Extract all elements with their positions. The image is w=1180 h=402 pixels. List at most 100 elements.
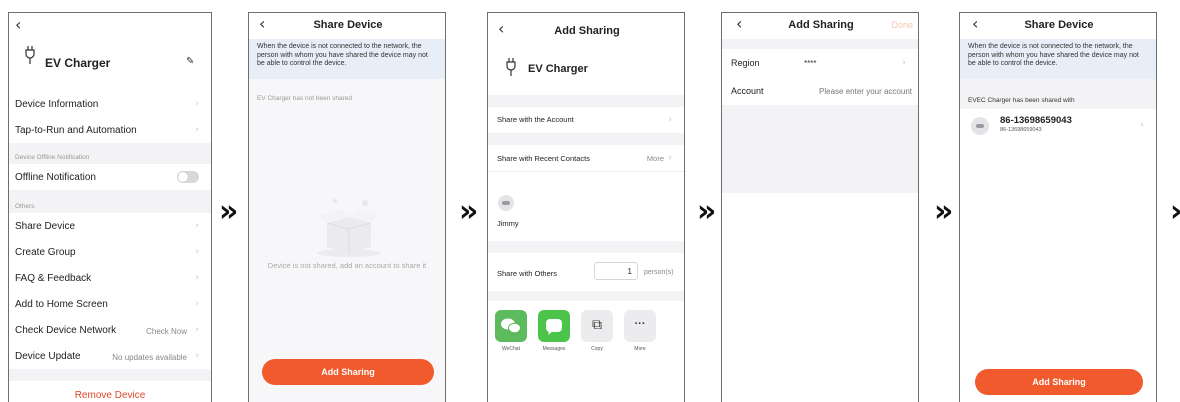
share-with-others-section: Share with Others 1 person(s) ⧉ ··· WeCh… [488, 253, 684, 402]
region-row[interactable]: Region **** › [722, 49, 918, 77]
update-status-value: No updates available [112, 353, 187, 362]
back-button[interactable]: ‹ [15, 15, 21, 34]
add-sharing-options-screen: ‹ Add Sharing EV Charger Share with the … [487, 12, 685, 402]
person-count-input[interactable]: 1 [594, 262, 638, 280]
copy-icon: ⧉ [592, 317, 602, 333]
add-sharing-button[interactable]: Add Sharing [262, 359, 434, 385]
chevron-right-icon: › [668, 115, 672, 125]
edit-icon[interactable]: ✎ [186, 56, 194, 67]
menu-label: Share with the Account [497, 115, 574, 124]
account-row: Account [722, 77, 918, 105]
add-sharing-button[interactable]: Add Sharing [975, 369, 1143, 395]
empty-message: Device is not shared, add an account to … [267, 261, 427, 270]
menu-label: Add to Home Screen [15, 299, 108, 310]
share-device-shared-screen: ‹ Share Device When the device is not co… [959, 12, 1157, 402]
flow-arrow-2: » [459, 194, 479, 229]
more-contacts-link[interactable]: More [647, 154, 664, 163]
nav-bar: ‹ Add Sharing Done [722, 13, 918, 39]
shared-user-row[interactable]: 86-13698659043 86-13698659043 › [960, 109, 1156, 143]
blank-area [722, 193, 918, 402]
share-status: EV Charger has not been shared [257, 95, 353, 102]
menu-device-information[interactable]: Device Information › [9, 91, 211, 117]
device-settings-screen: ‹ EV Charger ✎ Device Information › Tap-… [8, 12, 212, 402]
menu-label: Device Update [15, 351, 81, 362]
chevron-right-icon: › [195, 325, 199, 335]
shared-user-name: 86-13698659043 [1000, 115, 1072, 126]
ev-plug-icon [506, 58, 516, 76]
device-name: EV Charger [528, 63, 588, 75]
chevron-right-icon: › [902, 58, 906, 68]
contact-name: Jimmy [497, 219, 519, 228]
chevron-right-icon: › [195, 125, 199, 135]
menu-offline-notification: Offline Notification [9, 164, 211, 190]
ev-plug-icon [25, 46, 35, 64]
messages-label: Messages [542, 346, 566, 352]
copy-share-button[interactable]: ⧉ [581, 310, 613, 342]
menu-check-device-network[interactable]: Check Device Network Check Now › [9, 317, 211, 343]
share-device-empty-screen: ‹ Share Device When the device is not co… [248, 12, 446, 402]
chevron-right-icon: › [195, 351, 199, 361]
blank-area [960, 143, 1156, 402]
header-area: ‹ Add Sharing EV Charger [488, 13, 684, 95]
account-input[interactable] [800, 83, 912, 99]
chevron-right-icon: › [195, 273, 199, 283]
contact-avatar[interactable] [498, 195, 514, 211]
menu-tap-to-run[interactable]: Tap-to-Run and Automation › [9, 117, 211, 143]
offline-notification-toggle[interactable] [177, 171, 199, 183]
device-header: ‹ EV Charger ✎ [9, 13, 211, 91]
share-others-label: Share with Others [497, 269, 558, 278]
network-notice: When the device is not connected to the … [960, 39, 1156, 79]
wechat-share-button[interactable] [495, 310, 527, 342]
network-notice: When the device is not connected to the … [249, 39, 445, 79]
nav-bar: ‹ Share Device [960, 13, 1156, 39]
chevron-right-icon: › [195, 299, 199, 309]
chevron-right-icon: › [668, 153, 672, 163]
share-with-account-item[interactable]: Share with the Account › [488, 107, 684, 133]
menu-create-group[interactable]: Create Group › [9, 239, 211, 265]
remove-device-button[interactable]: Remove Device [9, 381, 211, 402]
region-value: **** [804, 59, 817, 68]
menu-label: FAQ & Feedback [15, 273, 92, 284]
messages-share-button[interactable] [538, 310, 570, 342]
flow-arrow-3: » [697, 194, 717, 229]
nav-bar: ‹ Share Device [249, 13, 445, 39]
menu-share-device[interactable]: Share Device › [9, 213, 211, 239]
menu-faq-feedback[interactable]: FAQ & Feedback › [9, 265, 211, 291]
menu-label: Check Device Network [15, 325, 117, 336]
menu-device-update[interactable]: Device Update No updates available › [9, 343, 211, 369]
flow-arrow-1: » [219, 194, 239, 229]
chevron-right-icon: › [195, 247, 199, 257]
menu-label: Create Group [15, 247, 76, 258]
flow-arrow-5: › [1170, 197, 1180, 227]
page-title: Add Sharing [788, 19, 854, 31]
menu-add-to-home-screen[interactable]: Add to Home Screen › [9, 291, 211, 317]
page-title: Share Device [1024, 19, 1094, 31]
chevron-right-icon: › [1140, 120, 1144, 130]
menu-label: Tap-to-Run and Automation [15, 125, 137, 136]
messages-icon [546, 319, 562, 335]
recent-contacts-section: Share with Recent Contacts More › Jimmy [488, 145, 684, 241]
more-share-button[interactable]: ··· [624, 310, 656, 342]
menu-label: Share Device [15, 221, 76, 232]
offline-section-header: Device Offline Notification [15, 154, 90, 161]
user-avatar [971, 117, 989, 135]
remove-device-label: Remove Device [74, 390, 146, 401]
chevron-right-icon: › [195, 99, 199, 109]
wechat-label: WeChat [502, 346, 520, 352]
add-sharing-account-screen: ‹ Add Sharing Done Region **** › Account [721, 12, 919, 402]
recent-contacts-label: Share with Recent Contacts [497, 154, 590, 163]
done-button[interactable]: Done [891, 20, 913, 30]
copy-label: Copy [591, 346, 603, 352]
page-title: Add Sharing [554, 25, 620, 37]
section-gap [488, 291, 684, 301]
chevron-right-icon: › [195, 221, 199, 231]
person-unit: person(s) [644, 269, 674, 276]
check-now-value: Check Now [146, 327, 187, 336]
menu-label: Offline Notification [15, 172, 96, 183]
share-status: EVEC Charger has been shared with [968, 97, 1075, 104]
wechat-icon [501, 318, 521, 334]
region-label: Region [731, 58, 760, 68]
page-title: Share Device [313, 19, 383, 31]
account-label: Account [731, 86, 764, 96]
more-label: More [634, 346, 646, 352]
